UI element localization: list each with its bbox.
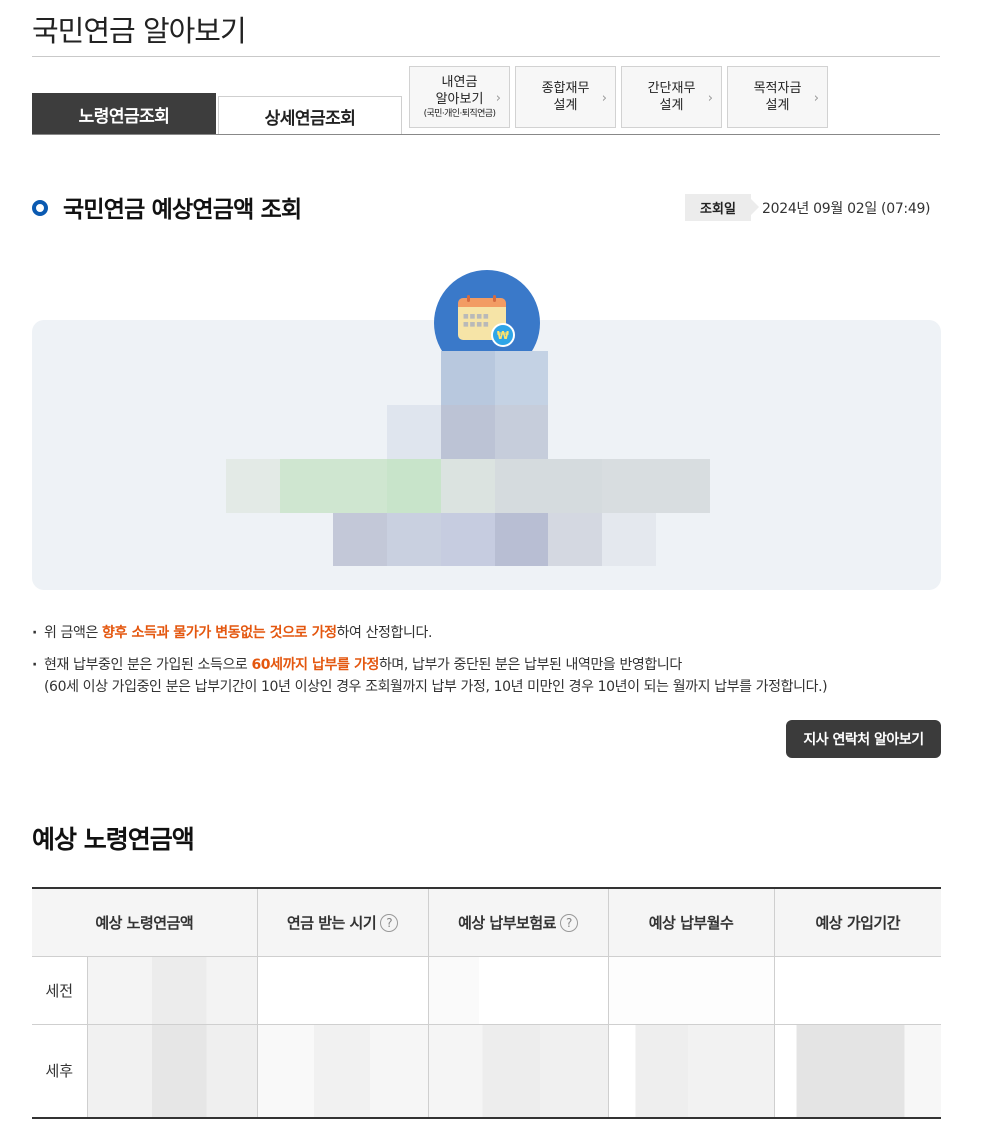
note-assumption: 위 금액은 향후 소득과 물가가 변동없는 것으로 가정하여 산정합니다. xyxy=(32,622,827,644)
table-row: 세전 xyxy=(32,956,942,1025)
note-2-text-end: 하며, 납부가 중단된 분은 납부된 내역만을 반영합니다 xyxy=(378,657,682,673)
note-2-text: 현재 납부중인 분은 가입된 소득으로 xyxy=(44,657,252,673)
my-pension-line2: 알아보기 xyxy=(435,91,484,107)
total-finance-line2: 설계 xyxy=(553,98,578,113)
pension-table-title: 예상 노령연금액 xyxy=(32,825,195,854)
page-title: 국민연금 알아보기 xyxy=(32,14,247,48)
note-1-highlight: 향후 소득과 물가가 변동없는 것으로 가정 xyxy=(102,625,337,641)
receive-time-label: 연금 받는 시기 xyxy=(286,913,377,932)
help-circle-icon[interactable]: ? xyxy=(559,914,578,933)
my-pension-button[interactable]: 내연금 알아보기 (국민·개인·퇴직연금) › xyxy=(409,66,510,128)
redacted-cell xyxy=(86,1024,258,1118)
premium-label: 예상 납부보험료 xyxy=(458,913,556,932)
redacted-cell xyxy=(773,956,942,1025)
tab-old-age-pension[interactable]: 노령연금조회 xyxy=(32,93,216,135)
notes: 위 금액은 향후 소득과 물가가 변동없는 것으로 가정하여 산정합니다. 현재… xyxy=(32,622,828,698)
my-pension-line1: 내연금 xyxy=(441,74,478,90)
coin-bag-icon: ₩ xyxy=(491,323,515,347)
chevron-right-icon: › xyxy=(601,91,607,106)
redacted-cell xyxy=(427,1024,609,1118)
simple-finance-line2: 설계 xyxy=(659,98,684,113)
section-bullet-icon xyxy=(32,200,48,216)
help-circle-icon[interactable]: ? xyxy=(380,914,399,933)
tabs-divider xyxy=(32,134,940,135)
section-title: 국민연금 예상연금액 조회 xyxy=(63,197,302,223)
redacted-cell xyxy=(773,1024,942,1118)
note-1-text-end: 하여 산정합니다. xyxy=(336,625,433,641)
note-2-highlight: 60세까지 납부를 가정 xyxy=(251,657,379,673)
purpose-fund-line2: 설계 xyxy=(765,98,790,113)
pension-table: 예상 노령연금액 연금 받는 시기? 예상 납부보험료? 예상 납부월수 예상 … xyxy=(32,887,942,1119)
my-pension-sub: (국민·개인·퇴직연금) xyxy=(423,108,496,119)
row-label-aftertax: 세후 xyxy=(32,1024,88,1118)
simple-finance-plan-button[interactable]: 간단재무 설계 › xyxy=(621,66,722,128)
total-finance-plan-button[interactable]: 종합재무 설계 › xyxy=(515,66,616,128)
purpose-fund-line1: 목적자금 xyxy=(753,81,802,96)
col-header-period: 예상 가입기간 xyxy=(773,888,942,957)
redacted-cell xyxy=(256,1024,429,1118)
tab-detail-pension[interactable]: 상세연금조회 xyxy=(218,96,402,135)
note-2-sub: (60세 이상 가입중인 분은 납부기간이 10년 이상인 경우 조회월까지 납… xyxy=(44,679,828,695)
redacted-cell xyxy=(86,956,258,1025)
col-header-months: 예상 납부월수 xyxy=(607,888,775,957)
simple-finance-line1: 간단재무 xyxy=(647,81,696,96)
redacted-cell xyxy=(607,1024,775,1118)
redacted-cell xyxy=(607,956,775,1025)
note-payment: 현재 납부중인 분은 가입된 소득으로 60세까지 납부를 가정하며, 납부가 … xyxy=(32,654,828,698)
table-row: 세후 xyxy=(32,1024,942,1118)
inquiry-date-label: 조회일 xyxy=(685,194,759,221)
redacted-cell xyxy=(256,956,429,1025)
total-finance-line1: 종합재무 xyxy=(541,81,590,96)
row-label-pretax: 세전 xyxy=(32,956,88,1025)
redacted-cell xyxy=(427,956,609,1025)
col-header-premium: 예상 납부보험료? xyxy=(427,888,609,957)
chevron-right-icon: › xyxy=(813,91,819,106)
inquiry-date-value: 2024년 09월 02일 (07:49) xyxy=(762,201,931,217)
chevron-right-icon: › xyxy=(495,91,501,106)
col-header-receive-time: 연금 받는 시기? xyxy=(256,888,429,957)
purpose-fund-plan-button[interactable]: 목적자금 설계 › xyxy=(727,66,828,128)
chevron-right-icon: › xyxy=(707,91,713,106)
note-1-text: 위 금액은 xyxy=(44,625,103,641)
col-header-pension-amount: 예상 노령연금액 xyxy=(32,888,258,957)
title-divider xyxy=(32,56,940,57)
branch-contact-button[interactable]: 지사 연락처 알아보기 xyxy=(786,720,941,758)
